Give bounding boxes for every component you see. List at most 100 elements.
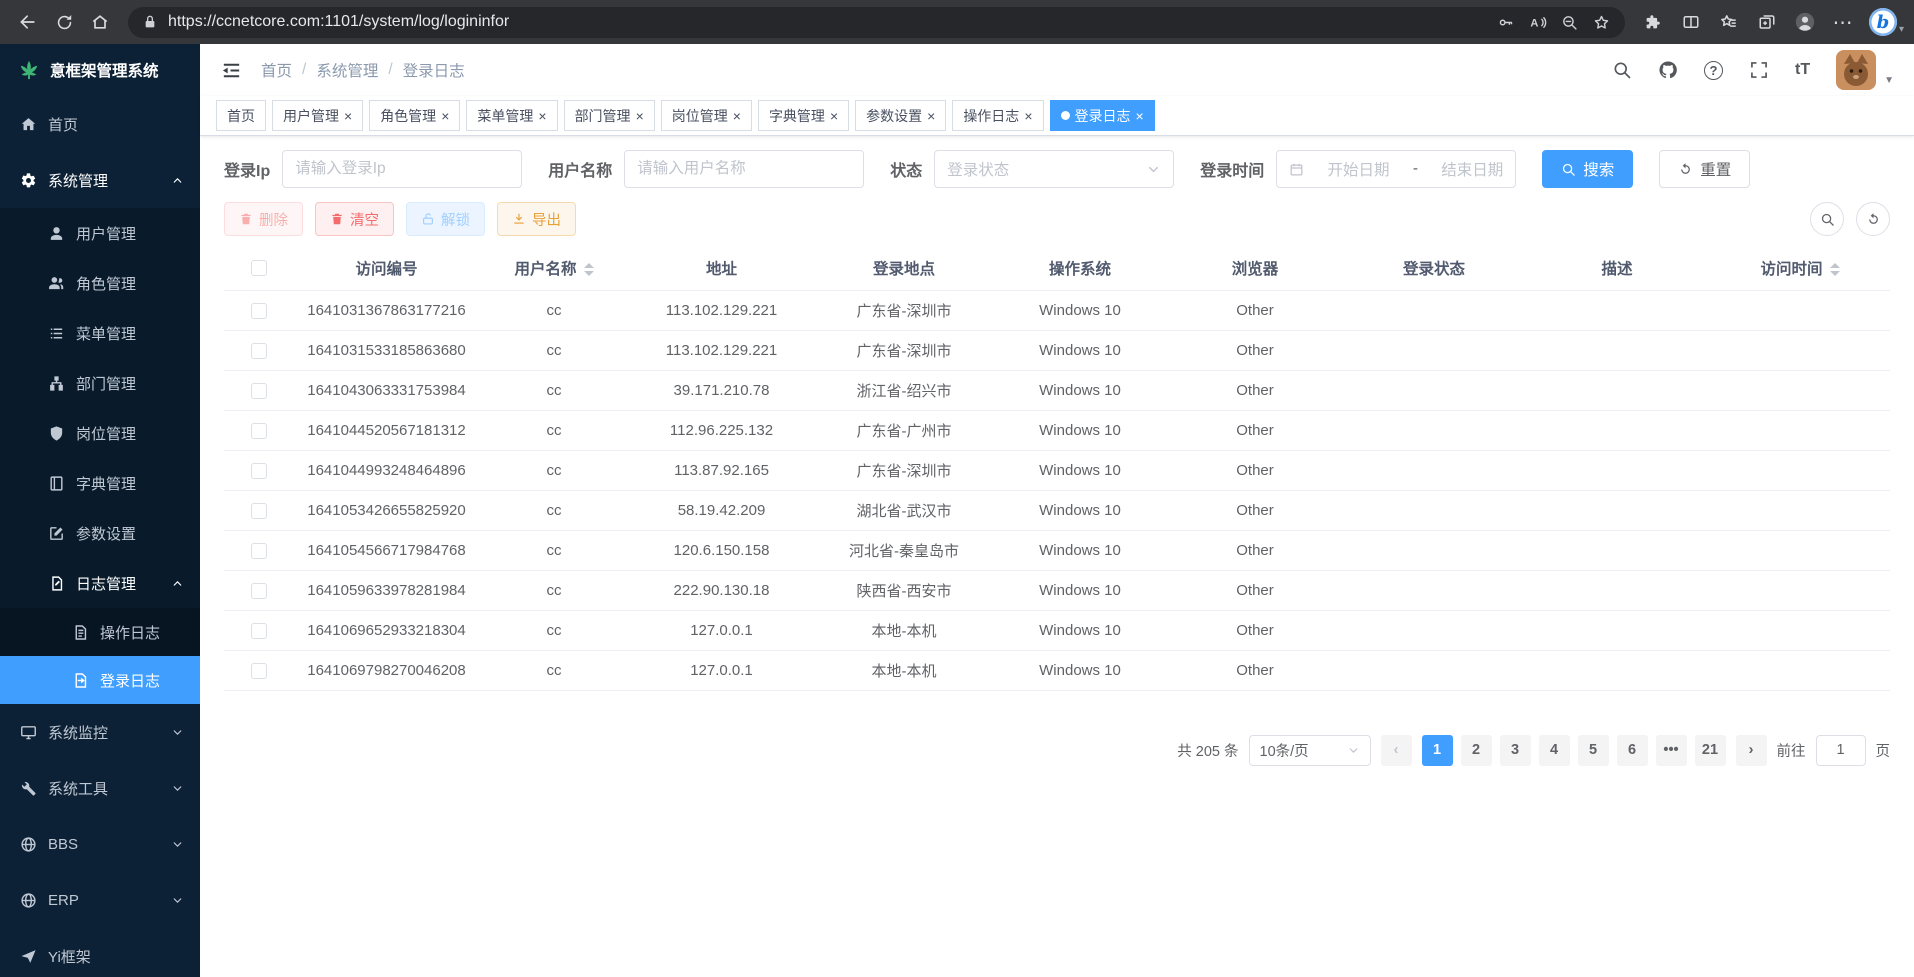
column-header[interactable]: 访问时间 <box>1710 246 1890 290</box>
clear-button[interactable]: 清空 <box>315 202 394 236</box>
tab-view[interactable]: 部门管理× <box>564 100 655 131</box>
browser-profile-icon[interactable] <box>1787 5 1823 39</box>
sidebar-item-home[interactable]: 首页 <box>0 96 200 152</box>
row-checkbox[interactable] <box>251 303 267 319</box>
sidebar-item-operation-log[interactable]: 操作日志 <box>0 608 200 656</box>
delete-button[interactable]: 删除 <box>224 202 303 236</box>
extensions-icon[interactable] <box>1635 5 1671 39</box>
page-number-button[interactable]: 2 <box>1461 735 1492 766</box>
sidebar-item-login-log[interactable]: 登录日志 <box>0 656 200 704</box>
page-number-button[interactable]: 1 <box>1422 735 1453 766</box>
breadcrumb-item[interactable]: 首页 <box>261 59 292 81</box>
favorites-icon[interactable] <box>1711 5 1747 39</box>
select-all-checkbox[interactable] <box>251 260 267 276</box>
tab-close-icon[interactable]: × <box>441 109 449 123</box>
key-icon[interactable] <box>1491 9 1521 35</box>
tab-close-icon[interactable]: × <box>1024 109 1032 123</box>
row-checkbox[interactable] <box>251 463 267 479</box>
table-row[interactable]: 1641054566717984768cc120.6.150.158河北省-秦皇… <box>224 530 1890 570</box>
tab-close-icon[interactable]: × <box>538 109 546 123</box>
next-page-button[interactable]: › <box>1736 735 1767 766</box>
sidebar-item-user-management[interactable]: 用户管理 <box>0 208 200 258</box>
sidebar-item-menu-management[interactable]: 菜单管理 <box>0 308 200 358</box>
row-checkbox[interactable] <box>251 623 267 639</box>
table-row[interactable]: 1641069652933218304cc127.0.0.1本地-本机Windo… <box>224 610 1890 650</box>
table-row[interactable]: 1641031533185863680cc113.102.129.221广东省-… <box>224 330 1890 370</box>
reset-button[interactable]: 重置 <box>1659 150 1750 188</box>
fullscreen-icon[interactable] <box>1749 60 1769 80</box>
sidebar-item-erp[interactable]: ERP <box>0 872 200 928</box>
page-size-select[interactable]: 10条/页 <box>1249 735 1371 766</box>
tab-view[interactable]: 岗位管理× <box>661 100 752 131</box>
table-row[interactable]: 1641053426655825920cc58.19.42.209湖北省-武汉市… <box>224 490 1890 530</box>
home-icon[interactable] <box>82 5 118 39</box>
sort-caret-icon[interactable] <box>584 263 594 276</box>
github-icon[interactable] <box>1658 60 1678 80</box>
page-number-button[interactable]: 5 <box>1578 735 1609 766</box>
login-ip-input[interactable] <box>282 150 522 188</box>
reload-icon[interactable] <box>46 5 82 39</box>
sidebar-item-yi-framework[interactable]: Yi框架 <box>0 928 200 977</box>
row-checkbox[interactable] <box>251 383 267 399</box>
read-aloud-icon[interactable] <box>1523 9 1553 35</box>
status-select[interactable]: 登录状态 <box>934 150 1174 188</box>
page-number-button[interactable]: 21 <box>1695 735 1726 766</box>
goto-page-input[interactable] <box>1816 735 1866 766</box>
tab-view[interactable]: 首页 <box>216 100 266 131</box>
sidebar-toggle-icon[interactable] <box>220 59 243 82</box>
tab-close-icon[interactable]: × <box>927 109 935 123</box>
tab-close-icon[interactable]: × <box>344 109 352 123</box>
address-bar[interactable]: https://ccnetcore.com:1101/system/log/lo… <box>128 7 1625 38</box>
zoom-out-icon[interactable] <box>1555 9 1585 35</box>
row-checkbox[interactable] <box>251 543 267 559</box>
copilot-icon[interactable]: b <box>1869 8 1897 36</box>
sidebar-item-system-tools[interactable]: 系统工具 <box>0 760 200 816</box>
table-row[interactable]: 1641044520567181312cc112.96.225.132广东省-广… <box>224 410 1890 450</box>
split-screen-icon[interactable] <box>1673 5 1709 39</box>
tab-view[interactable]: 登录日志× <box>1050 100 1155 131</box>
tab-view[interactable]: 字典管理× <box>758 100 849 131</box>
avatar[interactable] <box>1836 50 1876 90</box>
row-checkbox[interactable] <box>251 583 267 599</box>
table-row[interactable]: 1641069798270046208cc127.0.0.1本地-本机Windo… <box>224 650 1890 690</box>
sidebar-item-department-management[interactable]: 部门管理 <box>0 358 200 408</box>
column-header[interactable]: 用户名称 <box>479 246 629 290</box>
export-button[interactable]: 导出 <box>497 202 576 236</box>
sidebar-item-parameter-settings[interactable]: 参数设置 <box>0 508 200 558</box>
search-button[interactable]: 搜索 <box>1542 150 1633 188</box>
sidebar-item-dictionary-management[interactable]: 字典管理 <box>0 458 200 508</box>
row-checkbox[interactable] <box>251 503 267 519</box>
tab-view[interactable]: 参数设置× <box>855 100 946 131</box>
page-number-button[interactable]: 4 <box>1539 735 1570 766</box>
tab-view[interactable]: 角色管理× <box>369 100 460 131</box>
row-checkbox[interactable] <box>251 663 267 679</box>
help-icon[interactable]: ? <box>1704 61 1723 80</box>
favorites-add-star-icon[interactable] <box>1587 9 1617 35</box>
sidebar-item-post-management[interactable]: 岗位管理 <box>0 408 200 458</box>
username-input[interactable] <box>624 150 864 188</box>
prev-page-button[interactable]: ‹ <box>1381 735 1412 766</box>
tab-close-icon[interactable]: × <box>830 109 838 123</box>
sidebar-item-bbs[interactable]: BBS <box>0 816 200 872</box>
unlock-button[interactable]: 解锁 <box>406 202 485 236</box>
url-text[interactable]: https://ccnetcore.com:1101/system/log/lo… <box>168 13 1491 31</box>
refresh-table-button[interactable] <box>1856 202 1890 236</box>
font-size-icon[interactable]: tT <box>1795 61 1810 79</box>
sidebar-item-system-management[interactable]: 系统管理 <box>0 152 200 208</box>
page-more-button[interactable]: ••• <box>1656 735 1687 766</box>
breadcrumb-item[interactable]: 系统管理 <box>316 59 378 81</box>
table-row[interactable]: 1641043063331753984cc39.171.210.78浙江省-绍兴… <box>224 370 1890 410</box>
table-row[interactable]: 1641044993248464896cc113.87.92.165广东省-深圳… <box>224 450 1890 490</box>
tab-view[interactable]: 菜单管理× <box>466 100 557 131</box>
tab-close-icon[interactable]: × <box>733 109 741 123</box>
tab-view[interactable]: 用户管理× <box>272 100 363 131</box>
row-checkbox[interactable] <box>251 343 267 359</box>
login-time-range-picker[interactable]: 开始日期 - 结束日期 <box>1276 150 1516 188</box>
sort-caret-icon[interactable] <box>1830 263 1840 276</box>
page-number-button[interactable]: 6 <box>1617 735 1648 766</box>
sidebar-item-log-management[interactable]: 日志管理 <box>0 558 200 608</box>
tab-close-icon[interactable]: × <box>1136 109 1144 123</box>
sidebar-item-system-monitor[interactable]: 系统监控 <box>0 704 200 760</box>
tab-view[interactable]: 操作日志× <box>952 100 1043 131</box>
back-icon[interactable] <box>10 5 46 39</box>
